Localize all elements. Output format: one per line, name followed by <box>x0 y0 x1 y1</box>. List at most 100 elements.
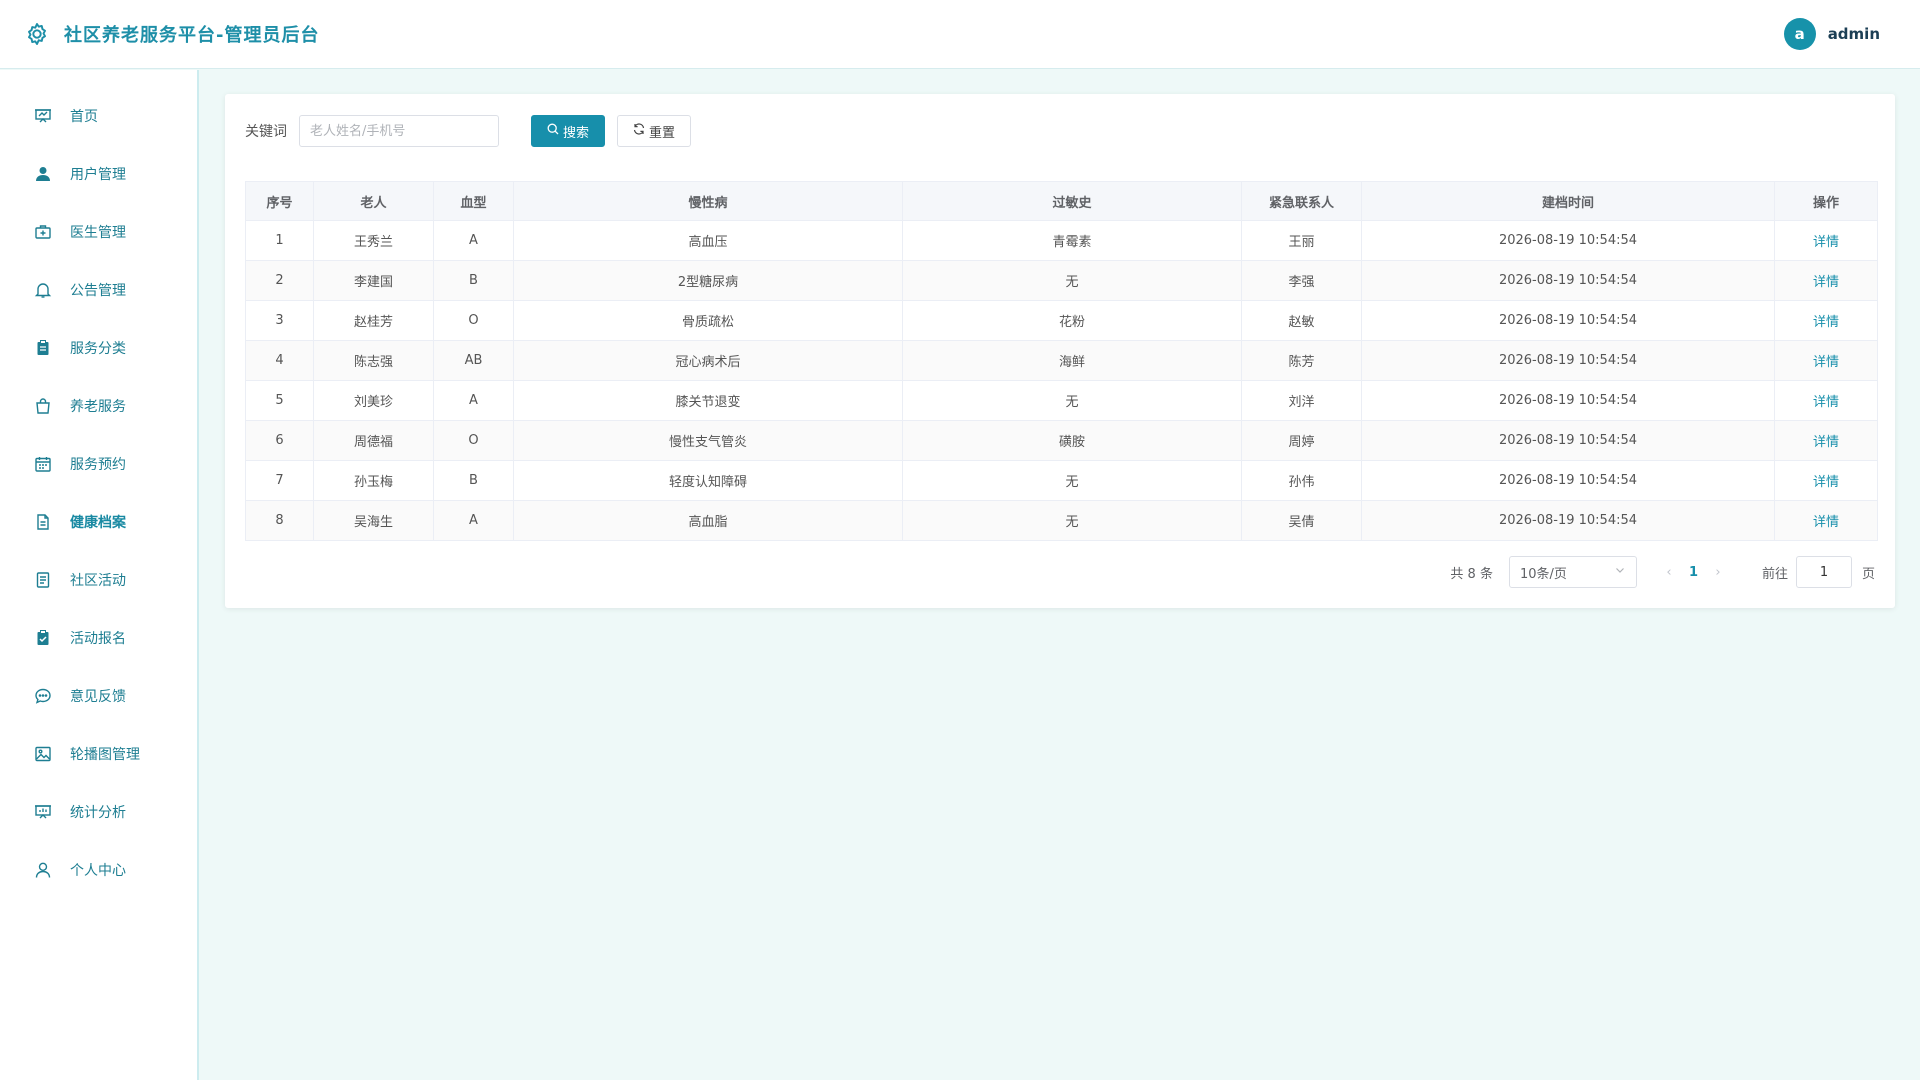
cell-blood-type: B <box>433 260 514 301</box>
username[interactable]: admin <box>1828 25 1880 43</box>
cell-index: 7 <box>245 460 314 501</box>
user-outline-icon <box>34 861 52 879</box>
sidebar-item-users[interactable]: 用户管理 <box>0 145 197 203</box>
chat-bubble-icon <box>34 687 52 705</box>
search-button[interactable]: 搜索 <box>531 115 605 147</box>
cell-blood-type: A <box>433 380 514 421</box>
detail-link[interactable]: 详情 <box>1813 275 1839 290</box>
detail-link[interactable]: 详情 <box>1813 315 1839 330</box>
health-records-table: 序号 老人 血型 慢性病 过敏史 紧急联系人 建档时间 操作 1 王秀兰 A 高… <box>245 181 1878 541</box>
table-row: 5 刘美珍 A 膝关节退变 无 刘洋 2026-08-19 10:54:54 详… <box>245 380 1878 421</box>
cell-allergy: 无 <box>902 500 1242 541</box>
keyword-input[interactable] <box>299 115 499 147</box>
sidebar-item-signups[interactable]: 活动报名 <box>0 609 197 667</box>
cell-allergy: 花粉 <box>902 300 1242 341</box>
cell-elder: 周德福 <box>313 420 434 461</box>
column-header: 慢性病 <box>513 181 903 221</box>
cell-blood-type: O <box>433 420 514 461</box>
data-board-icon <box>34 803 52 821</box>
reset-button-label: 重置 <box>648 125 675 141</box>
column-header: 操作 <box>1774 181 1878 221</box>
detail-link[interactable]: 详情 <box>1813 235 1839 250</box>
page-size-select[interactable]: 10条/页 <box>1508 556 1637 588</box>
table-row: 2 李建国 B 2型糖尿病 无 李强 2026-08-19 10:54:54 详… <box>245 260 1878 301</box>
cell-created: 2026-08-19 10:54:54 <box>1361 420 1775 461</box>
goto-label: 前往 <box>1761 566 1788 582</box>
cell-allergy: 海鲜 <box>902 340 1242 381</box>
sidebar-item-feedback[interactable]: 意见反馈 <box>0 667 197 725</box>
page-number-current[interactable]: 1 <box>1677 565 1710 580</box>
sidebar-item-doctors[interactable]: 医生管理 <box>0 203 197 261</box>
cell-chronic: 慢性支气管炎 <box>513 420 903 461</box>
sidebar-item-carousel[interactable]: 轮播图管理 <box>0 725 197 783</box>
cell-action: 详情 <box>1774 260 1878 301</box>
top-header: 社区养老服务平台-管理员后台 a admin <box>0 0 1920 69</box>
pagination-total: 共 8 条 <box>1450 566 1493 582</box>
cell-index: 5 <box>245 380 314 421</box>
cell-chronic: 骨质疏松 <box>513 300 903 341</box>
table-row: 6 周德福 O 慢性支气管炎 磺胺 周婷 2026-08-19 10:54:54… <box>245 420 1878 461</box>
detail-link[interactable]: 详情 <box>1813 355 1839 370</box>
cell-contact: 李强 <box>1241 260 1362 301</box>
page-size-value: 10条/页 <box>1519 566 1567 582</box>
cell-contact: 王丽 <box>1241 220 1362 261</box>
prev-page-button[interactable]: ‹ <box>1661 565 1677 580</box>
user-menu[interactable]: a admin <box>1783 18 1880 50</box>
keyword-label: 关键词 <box>245 124 287 140</box>
health-records-panel: 关键词 搜索 重置 序号 老人 血型 <box>225 94 1895 608</box>
goto-page-input[interactable] <box>1795 556 1852 588</box>
next-page-button[interactable]: › <box>1710 565 1726 580</box>
document-icon <box>34 513 52 531</box>
brand: 社区养老服务平台-管理员后台 <box>24 21 319 47</box>
sidebar: 首页 用户管理 医生管理 公告管理 服务分类 养老服务 服务预约 健康档案 社区… <box>0 70 199 1080</box>
table-header-row: 序号 老人 血型 慢性病 过敏史 紧急联系人 建档时间 操作 <box>245 181 1878 221</box>
sidebar-item-activities[interactable]: 社区活动 <box>0 551 197 609</box>
sidebar-item-home[interactable]: 首页 <box>0 87 197 145</box>
cell-index: 8 <box>245 500 314 541</box>
detail-link[interactable]: 详情 <box>1813 435 1839 450</box>
column-header: 老人 <box>313 181 434 221</box>
user-filled-icon <box>34 165 52 183</box>
detail-link[interactable]: 详情 <box>1813 515 1839 530</box>
cell-contact: 孙伟 <box>1241 460 1362 501</box>
sidebar-item-health-records[interactable]: 健康档案 <box>0 493 197 551</box>
detail-link[interactable]: 详情 <box>1813 395 1839 410</box>
cell-contact: 吴倩 <box>1241 500 1362 541</box>
cell-index: 6 <box>245 420 314 461</box>
cell-contact: 刘洋 <box>1241 380 1362 421</box>
cell-action: 详情 <box>1774 300 1878 341</box>
cell-created: 2026-08-19 10:54:54 <box>1361 460 1775 501</box>
shopping-bag-icon <box>34 397 52 415</box>
cell-chronic: 轻度认知障碍 <box>513 460 903 501</box>
sidebar-item-statistics[interactable]: 统计分析 <box>0 783 197 841</box>
sidebar-item-categories[interactable]: 服务分类 <box>0 319 197 377</box>
cell-action: 详情 <box>1774 380 1878 421</box>
cell-action: 详情 <box>1774 500 1878 541</box>
cell-elder: 陈志强 <box>313 340 434 381</box>
cell-action: 详情 <box>1774 340 1878 381</box>
search-button-label: 搜索 <box>562 125 589 141</box>
column-header: 序号 <box>245 181 314 221</box>
table-row: 7 孙玉梅 B 轻度认知障碍 无 孙伟 2026-08-19 10:54:54 … <box>245 460 1878 501</box>
search-bar: 关键词 搜索 重置 <box>245 115 691 147</box>
detail-link[interactable]: 详情 <box>1813 475 1839 490</box>
checked-clipboard-icon <box>34 629 52 647</box>
first-aid-kit-icon <box>34 223 52 241</box>
sidebar-item-bookings[interactable]: 服务预约 <box>0 435 197 493</box>
avatar[interactable]: a <box>1783 18 1816 50</box>
cell-blood-type: B <box>433 460 514 501</box>
reset-button[interactable]: 重置 <box>617 115 691 147</box>
cell-action: 详情 <box>1774 460 1878 501</box>
cell-allergy: 磺胺 <box>902 420 1242 461</box>
sidebar-item-notices[interactable]: 公告管理 <box>0 261 197 319</box>
gear-icon <box>24 21 50 47</box>
sidebar-item-profile[interactable]: 个人中心 <box>0 841 197 899</box>
bell-icon <box>34 281 52 299</box>
cell-blood-type: O <box>433 300 514 341</box>
column-header: 过敏史 <box>902 181 1242 221</box>
cell-elder: 刘美珍 <box>313 380 434 421</box>
sidebar-item-services[interactable]: 养老服务 <box>0 377 197 435</box>
cell-created: 2026-08-19 10:54:54 <box>1361 380 1775 421</box>
presentation-board-icon <box>34 107 52 125</box>
cell-action: 详情 <box>1774 220 1878 261</box>
